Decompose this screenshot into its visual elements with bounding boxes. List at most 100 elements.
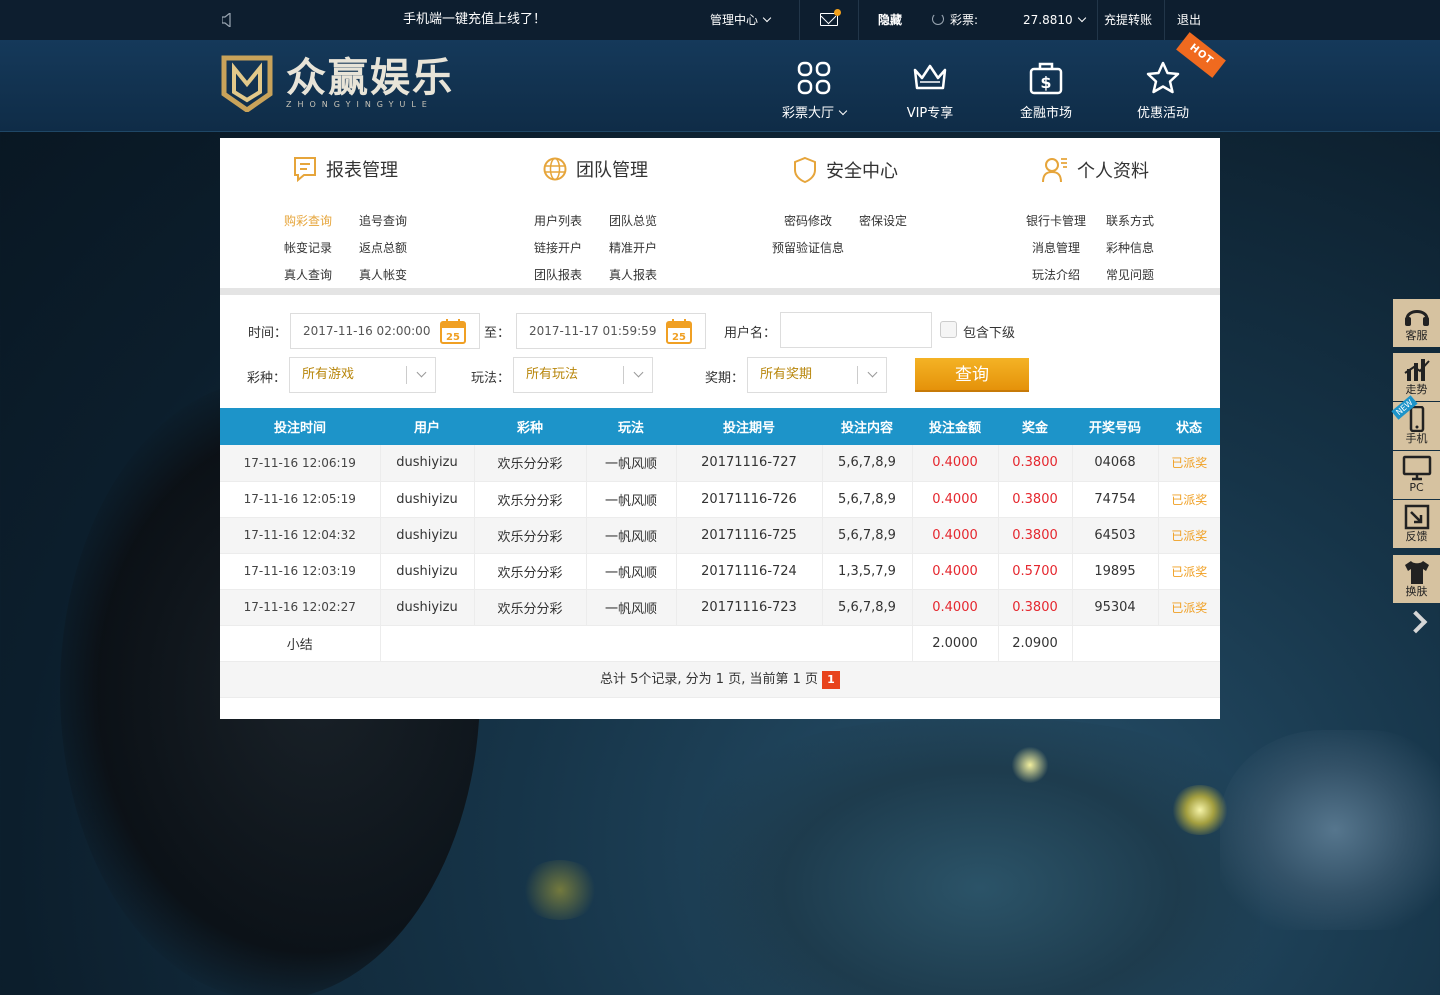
menu-link-chase-query[interactable]: 追号查询 (359, 212, 407, 229)
logo-subtitle: ZHONGYINGYULE (286, 100, 433, 109)
username-input[interactable] (780, 312, 932, 348)
table-row[interactable]: 17-11-16 12:04:32 dushiyizu 欢乐分分彩 一帆风顺 20171… (220, 517, 1220, 554)
menu-link-security-question[interactable]: 密保设定 (859, 212, 907, 229)
menu-link-team-overview[interactable]: 团队总览 (609, 212, 657, 229)
bet-records-table: 投注时间 用户 彩种 玩法 投注期号 投注内容 投注金额 奖金 开奖号码 状态 … (220, 408, 1220, 662)
query-button[interactable]: 查询 (915, 358, 1029, 392)
report-icon (294, 157, 316, 183)
col-header-amount: 投注金额 (912, 408, 998, 445)
col-header-user: 用户 (380, 408, 474, 445)
side-pc[interactable]: PC (1393, 451, 1440, 499)
pagination-summary: 总计 5个记录, 分为 1 页, 当前第 1 页 (599, 672, 818, 687)
menu-link-live-account[interactable]: 真人帐变 (359, 266, 407, 283)
menu-link-contact[interactable]: 联系方式 (1106, 212, 1154, 229)
menu-link-precise-open[interactable]: 精准开户 (609, 239, 657, 256)
menu-security: 安全中心 密码修改 密保设定 预留验证信息 (720, 138, 970, 288)
side-feedback[interactable]: 反馈 (1393, 500, 1440, 548)
play-label: 玩法： (471, 371, 511, 386)
user-profile-icon (1042, 158, 1067, 183)
menu-report-title: 报表管理 (220, 157, 470, 184)
nav-promotions[interactable]: 优惠活动 (1113, 60, 1213, 121)
lottery-select[interactable]: 所有游戏 (289, 357, 436, 393)
balance-menu[interactable]: 27.8810 (1023, 0, 1086, 40)
chevron-down-icon (633, 367, 644, 378)
chevron-down-icon (838, 106, 848, 116)
nav-lottery-hall-label: 彩票大厅 (764, 102, 864, 121)
money-bag-icon: $ (1029, 62, 1063, 95)
lottery-label: 彩种： (247, 371, 287, 386)
menu-profile: 个人资料 银行卡管理 联系方式 消息管理 彩种信息 玩法介绍 常见问题 (970, 138, 1220, 288)
period-select[interactable]: 所有奖期 (747, 357, 887, 393)
table-row[interactable]: 17-11-16 12:06:19 dushiyizu 欢乐分分彩 一帆风顺 20171… (220, 445, 1220, 482)
chevron-right-icon[interactable] (1404, 610, 1428, 634)
menu-profile-title: 个人资料 (970, 158, 1220, 186)
refresh-icon[interactable] (932, 13, 944, 25)
side-skin[interactable]: 换肤 (1393, 555, 1440, 603)
menu-link-messages[interactable]: 消息管理 (1032, 239, 1080, 256)
menu-link-account-changes[interactable]: 帐变记录 (284, 239, 332, 256)
col-header-bet-time: 投注时间 (220, 408, 380, 445)
logo-emblem-icon (221, 55, 273, 112)
recharge-transfer-link[interactable]: 充提转账 (1104, 0, 1152, 40)
subtotal-prize: 2.0900 (998, 625, 1073, 662)
include-sub-checkbox[interactable] (940, 321, 957, 338)
play-select[interactable]: 所有玩法 (513, 357, 653, 393)
table-row[interactable]: 17-11-16 12:03:19 dushiyizu 欢乐分分彩 一帆风顺 20171… (220, 553, 1220, 590)
top-bar: 手机端一键充值上线了！ 管理中心 隐藏 彩票: 27.8810 充提转账 退出 (0, 0, 1440, 40)
menu-link-play-intro[interactable]: 玩法介绍 (1032, 266, 1080, 283)
nav-vip-label: VIP专享 (906, 106, 954, 121)
username-label: 用户名： (724, 326, 777, 341)
menu-link-team-report[interactable]: 团队报表 (534, 266, 582, 283)
nav-vip[interactable]: VIP专享 (880, 60, 980, 121)
nav-finance-label: 金融市场 (1019, 106, 1072, 121)
background-light (520, 860, 600, 920)
col-header-play: 玩法 (586, 408, 676, 445)
table-row[interactable]: 17-11-16 12:02:27 dushiyizu 欢乐分分彩 一帆风顺 20171… (220, 589, 1220, 626)
side-customer-service[interactable]: 客服 (1393, 299, 1440, 347)
lottery-balance-label: 彩票: (950, 13, 979, 27)
page-button-current[interactable]: 1 (822, 671, 840, 689)
side-trend[interactable]: 走势 (1393, 353, 1440, 401)
menu-link-lottery-info[interactable]: 彩种信息 (1106, 239, 1154, 256)
svg-text:25: 25 (446, 332, 460, 343)
menu-link-link-open[interactable]: 链接开户 (534, 239, 582, 256)
menu-link-live-report[interactable]: 真人报表 (609, 266, 657, 283)
menu-link-rebate-total[interactable]: 返点总额 (359, 239, 407, 256)
nav-promotions-label: 优惠活动 (1136, 106, 1189, 121)
hide-balance-button[interactable]: 隐藏 (878, 0, 902, 40)
menu-link-live-query[interactable]: 真人查询 (284, 266, 332, 283)
menu-link-change-password[interactable]: 密码修改 (784, 212, 832, 229)
pagination: 总计 5个记录, 分为 1 页, 当前第 1 页 1 (220, 662, 1220, 698)
calendar-icon[interactable]: 25 (440, 318, 466, 344)
menu-team: 团队管理 用户列表 团队总览 链接开户 精准开户 团队报表 真人报表 (470, 138, 720, 288)
table-header-row: 投注时间 用户 彩种 玩法 投注期号 投注内容 投注金额 奖金 开奖号码 状态 (220, 408, 1220, 445)
logo[interactable]: 众赢娱乐 ZHONGYINGYULE (220, 54, 460, 114)
background-light (1010, 745, 1050, 785)
headset-icon (1404, 310, 1429, 326)
table-row[interactable]: 17-11-16 12:05:19 dushiyizu 欢乐分分彩 一帆风顺 20171… (220, 481, 1220, 518)
background-car-right (1220, 730, 1440, 930)
nav-finance[interactable]: $ 金融市场 (996, 60, 1096, 121)
col-header-lottery: 彩种 (474, 408, 586, 445)
status-badge: 已派奖 (1158, 553, 1220, 590)
menu-link-bet-query[interactable]: 购彩查询 (284, 212, 332, 229)
menu-link-user-list[interactable]: 用户列表 (534, 212, 582, 229)
trend-chart-icon (1403, 359, 1430, 381)
menu-link-bank-cards[interactable]: 银行卡管理 (1026, 212, 1086, 229)
nav-lottery-hall[interactable]: 彩票大厅 (764, 60, 864, 121)
chevron-down-icon (762, 13, 772, 23)
to-label: 至： (484, 326, 511, 341)
announcement[interactable]: 手机端一键充值上线了！ (403, 0, 546, 40)
shield-icon (794, 156, 816, 184)
manage-center-menu[interactable]: 管理中心 (710, 0, 772, 40)
menu-link-verification-info[interactable]: 预留验证信息 (772, 239, 844, 256)
menu-link-faq[interactable]: 常见问题 (1106, 266, 1154, 283)
period-label: 奖期： (705, 371, 745, 386)
subtotal-row: 小结 2.0000 2.0900 (220, 625, 1220, 662)
section-divider (220, 288, 1220, 295)
col-header-prize: 奖金 (998, 408, 1072, 445)
calendar-icon[interactable]: 25 (666, 318, 692, 344)
status-badge: 已派奖 (1158, 517, 1220, 554)
col-header-status: 状态 (1158, 408, 1220, 445)
menu-team-title: 团队管理 (470, 157, 720, 184)
